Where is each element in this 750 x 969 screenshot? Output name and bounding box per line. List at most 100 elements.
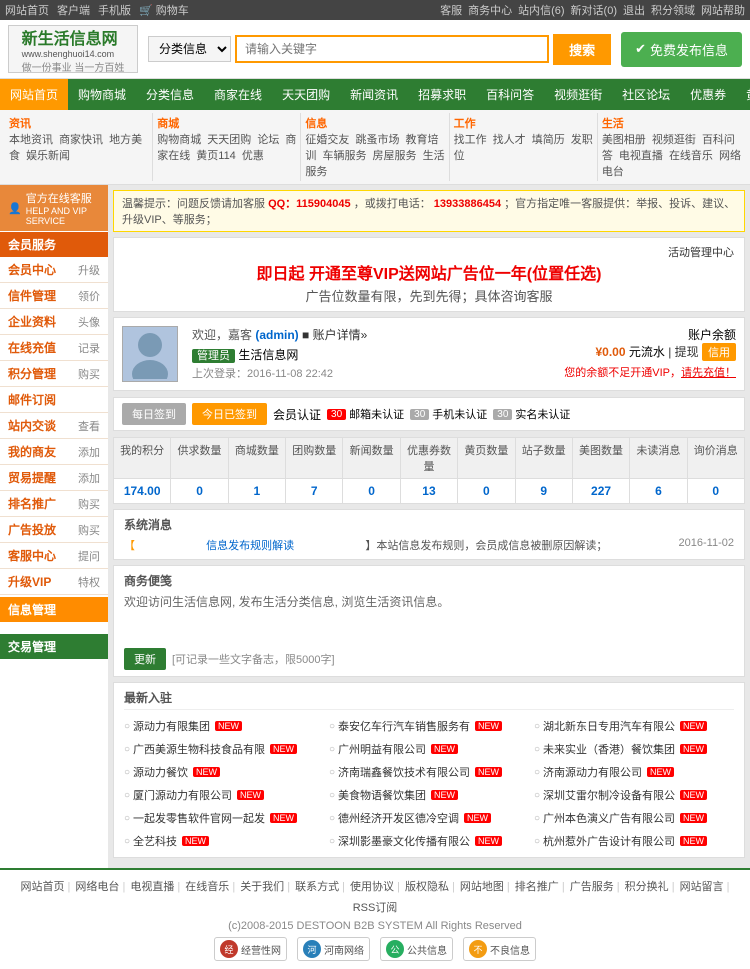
checkin-row: 每日签到 今日已签到 会员认证 30 邮箱未认证 30 手机未认证 30 实名未…	[113, 397, 745, 431]
email-auth-label: 邮箱未认证	[349, 406, 404, 422]
publish-button[interactable]: ✔ 免费发布信息	[621, 32, 742, 67]
nav-item-category[interactable]: 分类信息	[136, 79, 204, 110]
sidebar-item-vip[interactable]: 升级VIP 特权	[0, 569, 108, 595]
sub-nav-video-street[interactable]: 视频逛街	[652, 134, 696, 146]
sub-nav-house[interactable]: 房屋服务	[373, 150, 417, 162]
topbar-mobile[interactable]: 手机版	[98, 2, 131, 18]
sidebar-item-mail-sub[interactable]: 邮件订阅	[0, 387, 108, 413]
credit-button[interactable]: 信用	[702, 343, 736, 361]
last-login: 上次登录：2016-11-08 22:42	[192, 365, 546, 381]
category-select[interactable]: 分类信息	[148, 36, 231, 62]
footer-link-guestbook[interactable]: 网站留言	[680, 878, 730, 894]
sys-msg-link[interactable]: 信息发布规则解读	[206, 537, 294, 553]
sub-nav-entertainment[interactable]: 娱乐新闻	[26, 150, 70, 162]
logo-url: www.shenghuoi14.com	[22, 49, 125, 59]
nav-item-merchant[interactable]: 商家在线	[204, 79, 272, 110]
nav-item-news[interactable]: 新闻资讯	[340, 79, 408, 110]
sub-nav-find-talent[interactable]: 找人才	[493, 134, 526, 146]
sub-nav-music[interactable]: 在线音乐	[669, 150, 713, 162]
sub-nav-yellow114[interactable]: 黄页114	[196, 150, 236, 162]
publish-label: 免费发布信息	[650, 40, 728, 59]
sub-nav-tv[interactable]: 电视直播	[619, 150, 663, 162]
badge-henan-icon: 河	[303, 940, 321, 958]
nav-item-forum[interactable]: 社区论坛	[612, 79, 680, 110]
sub-nav-group-buy[interactable]: 天天团购	[207, 134, 251, 146]
badge-henan-label: 河南网络	[324, 942, 364, 957]
stat-val-yellow: 0	[458, 479, 515, 503]
sub-nav-shopping[interactable]: 购物商城	[157, 134, 201, 146]
sidebar-service-header: 👤 官方在线客服 HELP AND VIP SERVICE	[0, 185, 108, 231]
footer-link-radio[interactable]: 网络电台	[75, 878, 125, 894]
nav-item-group[interactable]: 天天团购	[272, 79, 340, 110]
topbar-client[interactable]: 客户端	[57, 2, 90, 18]
footer-link-sitemap[interactable]: 网站地图	[460, 878, 510, 894]
footer-link-about[interactable]: 关于我们	[240, 878, 290, 894]
sidebar-item-friends[interactable]: 我的商友 添加	[0, 439, 108, 465]
nav-item-qa[interactable]: 百科问答	[476, 79, 544, 110]
sidebar-item-chat[interactable]: 站内交谈 查看	[0, 413, 108, 439]
sub-nav-title-life: 生活	[602, 118, 624, 130]
sidebar-item-points[interactable]: 积分管理 购买	[0, 361, 108, 387]
today-checkin-button[interactable]: 今日已签到	[192, 403, 267, 425]
stat-header-shop: 商城数量	[229, 438, 286, 478]
nav-item-shop[interactable]: 购物商城	[68, 79, 136, 110]
sidebar-item-trade-remind[interactable]: 贸易提醒 添加	[0, 465, 108, 491]
footer-link-contact[interactable]: 联系方式	[295, 878, 345, 894]
topbar-cart[interactable]: 🛒 购物车	[139, 2, 189, 18]
footer-link-tv[interactable]: 电视直播	[130, 878, 180, 894]
sub-nav-flea[interactable]: 跳蚤市场	[355, 134, 399, 146]
footer-link-home[interactable]: 网站首页	[21, 878, 71, 894]
service-phone: 13933886454	[434, 198, 501, 210]
sub-nav-discount[interactable]: 优惠	[242, 150, 264, 162]
topbar-home[interactable]: 网站首页	[5, 2, 49, 18]
footer-link-exchange[interactable]: 积分换礼	[625, 878, 675, 894]
footer-link-terms[interactable]: 使用协议	[350, 878, 400, 894]
sub-nav-car[interactable]: 车辆服务	[322, 150, 366, 162]
footer-link-ads[interactable]: 广告服务	[570, 878, 620, 894]
sub-nav-find-job[interactable]: 找工作	[454, 134, 487, 146]
sidebar-item-recharge[interactable]: 在线充值 记录	[0, 335, 108, 361]
list-item: 济南源动力有限公司 NEW	[534, 762, 734, 782]
list-item: 泰安亿车行汽车销售服务有 NEW	[329, 716, 529, 736]
sidebar-item-promote[interactable]: 排名推广 购买	[0, 491, 108, 517]
topbar-biz-center[interactable]: 商务中心	[468, 2, 512, 18]
nav-item-yellow[interactable]: 黄页114	[736, 79, 750, 110]
nav-item-video[interactable]: 视频逛街	[544, 79, 612, 110]
footer-link-music[interactable]: 在线音乐	[185, 878, 235, 894]
sidebar-item-mail[interactable]: 信件管理 领价	[0, 283, 108, 309]
sub-nav-merchant-news[interactable]: 商家快讯	[59, 134, 103, 146]
search-button[interactable]: 搜索	[553, 34, 611, 65]
nav-item-jobs[interactable]: 招募求职	[408, 79, 476, 110]
sub-nav-resume[interactable]: 填简历	[532, 134, 565, 146]
sub-nav-dating[interactable]: 征婚交友	[305, 134, 349, 146]
sidebar: 👤 官方在线客服 HELP AND VIP SERVICE 会员服务 会员中心 …	[0, 185, 108, 868]
search-input[interactable]	[235, 35, 549, 63]
list-item: 广州本色演义广告有限公司 NEW	[534, 808, 734, 828]
topbar-help[interactable]: 网站帮助	[701, 2, 745, 18]
topbar-inbox[interactable]: 站内信(6)	[518, 2, 564, 18]
topbar-points[interactable]: 积分领域	[651, 2, 695, 18]
sidebar-info-section: 信息管理	[0, 597, 108, 622]
topbar-logout[interactable]: 退出	[623, 2, 645, 18]
sub-nav-local[interactable]: 本地资讯	[9, 134, 53, 146]
cashout-link[interactable]: | 提现	[668, 345, 698, 359]
stat-header-inquiry: 询价消息	[688, 438, 744, 478]
stat-header-points: 我的积分	[114, 438, 171, 478]
notes-save-button[interactable]: 更新	[124, 648, 166, 670]
sidebar-item-support[interactable]: 客服中心 提问	[0, 543, 108, 569]
nav-item-coupon[interactable]: 优惠券	[680, 79, 736, 110]
sub-nav-bbs[interactable]: 论坛	[257, 134, 279, 146]
nav-item-home[interactable]: 网站首页	[0, 79, 68, 110]
sidebar-item-profile[interactable]: 企业资料 头像	[0, 309, 108, 335]
vip-manage-link[interactable]: 活动管理中心	[124, 244, 734, 260]
sub-nav-photos[interactable]: 美图相册	[602, 134, 646, 146]
checkin-button[interactable]: 每日签到	[122, 403, 186, 425]
vip-recharge-link[interactable]: 请先充值！	[681, 367, 736, 379]
sidebar-item-ads[interactable]: 广告投放 购买	[0, 517, 108, 543]
footer-link-privacy[interactable]: 版权隐私	[405, 878, 455, 894]
profile-link[interactable]: ■ 账户详情»	[302, 328, 367, 342]
topbar-new-msg[interactable]: 新对话(0)	[571, 2, 617, 18]
sidebar-item-member-center[interactable]: 会员中心 升级	[0, 257, 108, 283]
footer-link-rss[interactable]: RSS订阅	[353, 899, 398, 915]
footer-link-promote[interactable]: 排名推广	[515, 878, 565, 894]
